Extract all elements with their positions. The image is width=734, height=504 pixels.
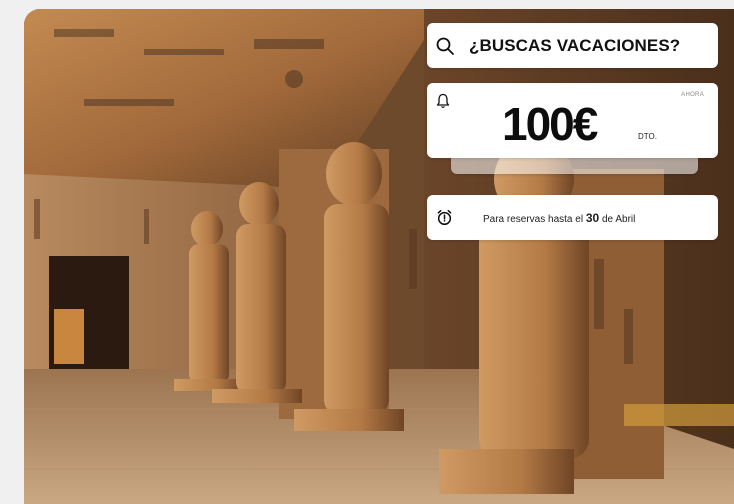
deadline-suffix: de Abril	[601, 213, 636, 225]
bell-icon	[436, 93, 450, 108]
deadline-prefix: Para reservas hasta el	[483, 213, 584, 225]
ad-frame: ¿BUSCAS VACACIONES? AHORA 100€ DTO. Para…	[0, 0, 734, 504]
discount-card: AHORA 100€ DTO.	[427, 83, 718, 158]
search-vacations-button[interactable]: ¿BUSCAS VACACIONES?	[427, 23, 718, 68]
discount-suffix: DTO.	[638, 132, 657, 141]
deadline-day: 30	[585, 210, 600, 225]
now-badge: AHORA	[681, 92, 704, 98]
alarm-clock-icon	[437, 209, 452, 226]
booking-deadline-text: Para reservas hasta el 30 de Abril	[483, 211, 635, 225]
discount-amount: 100€	[502, 98, 598, 150]
search-icon	[436, 37, 454, 55]
search-vacations-label: ¿BUSCAS VACACIONES?	[469, 35, 681, 55]
booking-deadline-card: Para reservas hasta el 30 de Abril	[427, 195, 718, 240]
